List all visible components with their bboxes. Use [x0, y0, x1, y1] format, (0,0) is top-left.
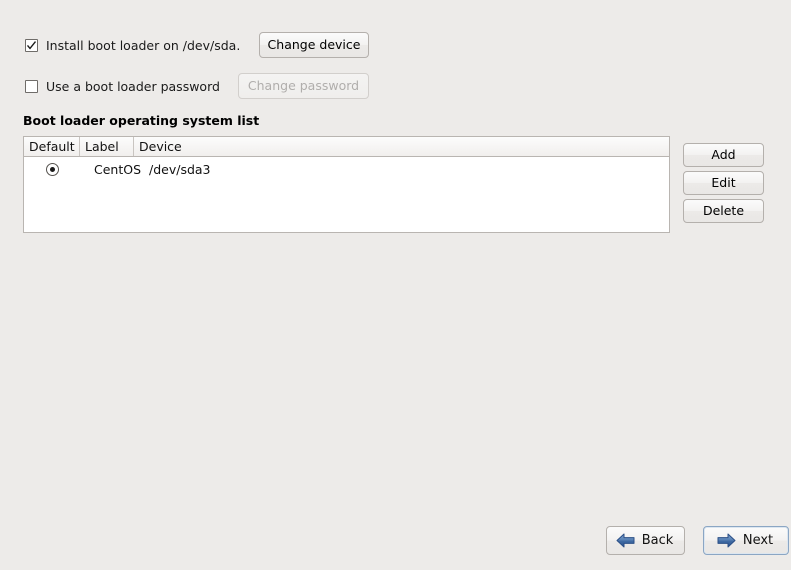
- os-list-heading: Boot loader operating system list: [23, 113, 260, 128]
- table-header-row: Default Label Device: [23, 136, 670, 157]
- column-header-default[interactable]: Default: [24, 137, 80, 156]
- delete-button[interactable]: Delete: [683, 199, 764, 223]
- install-bootloader-row[interactable]: Install boot loader on /dev/sda.: [25, 38, 240, 53]
- default-os-radio[interactable]: [45, 162, 59, 176]
- edit-button[interactable]: Edit: [683, 171, 764, 195]
- row-device-cell: /dev/sda3: [149, 161, 211, 177]
- radio-dot-icon: [49, 166, 55, 172]
- arrow-left-icon: [616, 533, 635, 548]
- change-device-button[interactable]: Change device: [259, 32, 369, 58]
- column-header-label[interactable]: Label: [80, 137, 134, 156]
- next-button[interactable]: Next: [703, 526, 789, 555]
- change-password-button: Change password: [238, 73, 369, 99]
- add-button[interactable]: Add: [683, 143, 764, 167]
- os-list-actions: Add Edit Delete: [683, 143, 764, 223]
- bootloader-password-checkbox[interactable]: [25, 80, 38, 93]
- row-default-cell: [24, 162, 80, 176]
- table-row[interactable]: CentOS /dev/sda3: [24, 157, 669, 179]
- bootloader-password-label: Use a boot loader password: [46, 79, 220, 94]
- checkmark-icon: [26, 41, 37, 50]
- install-bootloader-label: Install boot loader on /dev/sda.: [46, 38, 241, 53]
- arrow-right-icon: [717, 533, 736, 548]
- back-button[interactable]: Back: [606, 526, 685, 555]
- next-button-label: Next: [742, 533, 774, 548]
- bootloader-password-row[interactable]: Use a boot loader password: [25, 79, 220, 94]
- column-header-device[interactable]: Device: [134, 137, 669, 156]
- row-label-cell: CentOS: [93, 161, 141, 177]
- back-button-label: Back: [641, 533, 674, 548]
- os-list-table: Default Label Device CentOS /dev/sda3: [23, 136, 670, 233]
- table-body: CentOS /dev/sda3: [23, 157, 670, 233]
- install-bootloader-checkbox[interactable]: [25, 39, 38, 52]
